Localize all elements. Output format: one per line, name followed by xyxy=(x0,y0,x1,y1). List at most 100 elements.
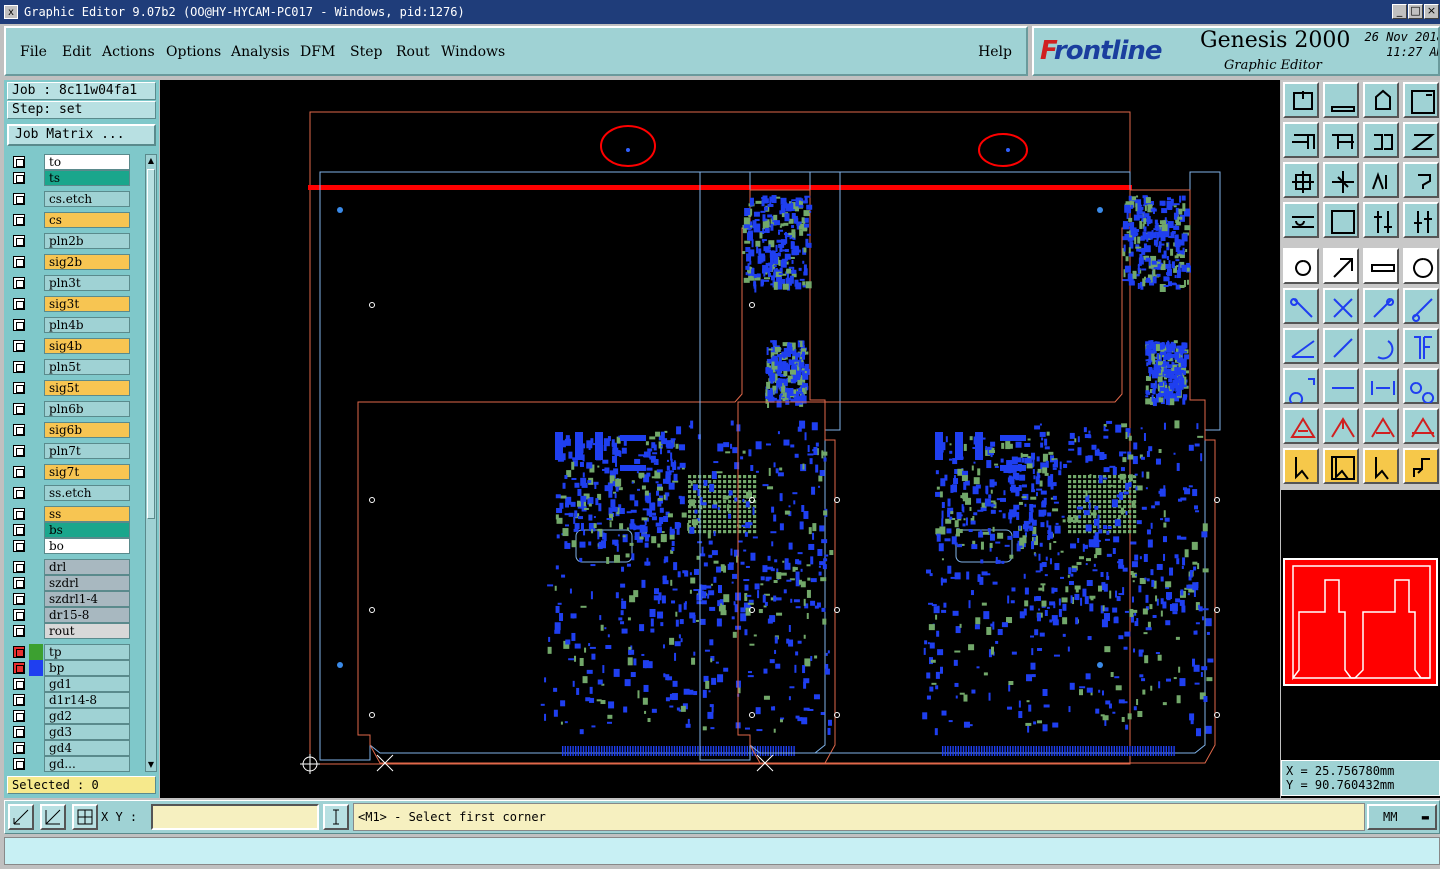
slash-icon[interactable] xyxy=(1323,328,1359,364)
layer-checkbox[interactable] xyxy=(13,609,25,621)
layer-name[interactable]: d1r14-8 xyxy=(44,692,130,708)
layer-row-ts[interactable]: ts xyxy=(7,170,142,186)
layer-checkbox[interactable] xyxy=(13,577,25,589)
menu-edit[interactable]: Edit xyxy=(62,44,91,60)
undo-zoom-icon[interactable] xyxy=(1363,122,1399,158)
connect-icon[interactable] xyxy=(1363,288,1399,324)
circle-pad-icon[interactable] xyxy=(1403,248,1439,284)
layer-checkbox[interactable] xyxy=(13,710,25,722)
layers-up-icon[interactable] xyxy=(1363,202,1399,238)
layer-row-cs-etch[interactable]: cs.etch xyxy=(7,191,142,207)
layer-checkbox[interactable] xyxy=(13,646,25,658)
menu-options[interactable]: Options xyxy=(166,44,221,60)
layer-name[interactable]: pln2b xyxy=(44,233,130,249)
layer-row-sig5t[interactable]: sig5t xyxy=(7,380,142,396)
zoom-window-icon[interactable] xyxy=(1323,82,1359,118)
layer-row-pln7t[interactable]: pln7t xyxy=(7,443,142,459)
layer-name[interactable]: gd3 xyxy=(44,724,130,740)
scroll-down-icon[interactable]: ▼ xyxy=(146,759,156,771)
layer-name[interactable]: gd... xyxy=(44,756,130,772)
layer-name[interactable]: cs xyxy=(44,212,130,228)
menu-file[interactable]: File xyxy=(20,44,47,60)
graphics-canvas[interactable] xyxy=(160,80,1280,798)
layer-checkbox[interactable] xyxy=(13,625,25,637)
close-button[interactable]: × xyxy=(1424,4,1439,19)
layer-checkbox[interactable] xyxy=(13,172,25,184)
pointer-select-icon[interactable] xyxy=(1323,448,1359,484)
layer-name[interactable]: bo xyxy=(44,538,130,554)
menu-help[interactable]: Help xyxy=(978,44,1012,60)
layer-checkbox[interactable] xyxy=(13,694,25,706)
layer-name[interactable]: ts xyxy=(44,170,130,186)
layer-row-ss[interactable]: ss xyxy=(7,506,142,522)
layer-row-gd1[interactable]: gd1 xyxy=(7,676,142,692)
layer-checkbox[interactable] xyxy=(13,298,25,310)
layer-row-pln2b[interactable]: pln2b xyxy=(7,233,142,249)
angle-icon[interactable] xyxy=(1283,328,1319,364)
layer-checkbox[interactable] xyxy=(13,662,25,674)
layer-name[interactable]: to xyxy=(44,154,130,170)
fit-screen-icon[interactable] xyxy=(1403,82,1439,118)
zoom-extents-icon[interactable] xyxy=(1283,162,1319,198)
cross-select-icon[interactable] xyxy=(1323,288,1359,324)
center-icon[interactable] xyxy=(1323,162,1359,198)
minimize-button[interactable]: _ xyxy=(1392,4,1407,19)
layer-row-sig2b[interactable]: sig2b xyxy=(7,254,142,270)
units-selector[interactable]: MM ▬ xyxy=(1367,804,1437,830)
pan-left-icon[interactable] xyxy=(1283,122,1319,158)
layer-checkbox[interactable] xyxy=(13,256,25,268)
layer-row-szdrl[interactable]: szdrl xyxy=(7,575,142,591)
layer-checkbox[interactable] xyxy=(13,424,25,436)
layer-checkbox[interactable] xyxy=(13,193,25,205)
layer-checkbox[interactable] xyxy=(13,340,25,352)
layer-checkbox[interactable] xyxy=(13,235,25,247)
grid-icon[interactable] xyxy=(1323,202,1359,238)
layer-name[interactable]: dr15-8 xyxy=(44,607,130,623)
layer-row-szdrl1-4[interactable]: szdrl1-4 xyxy=(7,591,142,607)
layer-row-tp[interactable]: tp xyxy=(7,644,142,660)
layer-scrollbar[interactable]: ▲ ▼ xyxy=(145,154,157,772)
layer-row-cs[interactable]: cs xyxy=(7,212,142,228)
scale-1to2-icon[interactable] xyxy=(1363,162,1399,198)
menu-analysis[interactable]: Analysis xyxy=(231,44,290,60)
redraw-icon[interactable] xyxy=(1403,122,1439,158)
layer-name[interactable]: rout xyxy=(44,623,130,639)
triangle-icon[interactable] xyxy=(1283,408,1319,444)
triangle-point-icon[interactable] xyxy=(1403,408,1439,444)
layer-row-bs[interactable]: bs xyxy=(7,522,142,538)
layer-name[interactable]: pln4b xyxy=(44,317,130,333)
layer-checkbox[interactable] xyxy=(13,466,25,478)
snap-icon[interactable] xyxy=(1283,368,1319,404)
layer-name[interactable]: gd4 xyxy=(44,740,130,756)
scroll-up-icon[interactable]: ▲ xyxy=(146,155,156,167)
connect-alt-icon[interactable] xyxy=(1403,288,1439,324)
layer-checkbox[interactable] xyxy=(13,726,25,738)
layer-row-d1r14-8[interactable]: d1r14-8 xyxy=(7,692,142,708)
layer-name[interactable]: pln3t xyxy=(44,275,130,291)
pcb-drawing[interactable] xyxy=(160,80,1280,798)
layer-checkbox[interactable] xyxy=(13,593,25,605)
layer-name[interactable]: drl xyxy=(44,559,130,575)
app-icon[interactable]: x xyxy=(4,5,18,19)
layer-checkbox[interactable] xyxy=(13,214,25,226)
layer-checkbox[interactable] xyxy=(13,561,25,573)
layer-name[interactable]: gd2 xyxy=(44,708,130,724)
layer-name[interactable]: pln6b xyxy=(44,401,130,417)
minus-icon[interactable] xyxy=(1323,368,1359,404)
layers-down-icon[interactable] xyxy=(1403,202,1439,238)
layer-checkbox[interactable] xyxy=(13,361,25,373)
layer-row-gd2[interactable]: gd2 xyxy=(7,708,142,724)
layer-checkbox[interactable] xyxy=(13,319,25,331)
layer-name[interactable]: tp xyxy=(44,644,130,660)
layer-checkbox[interactable] xyxy=(13,382,25,394)
pan-right-icon[interactable] xyxy=(1323,122,1359,158)
menu-actions[interactable]: Actions xyxy=(102,44,155,60)
layer-name[interactable]: gd1 xyxy=(44,676,130,692)
layer-checkbox[interactable] xyxy=(13,524,25,536)
layer-name[interactable]: ss.etch xyxy=(44,485,130,501)
layer-row-sig7t[interactable]: sig7t xyxy=(7,464,142,480)
layer-row-to[interactable]: to xyxy=(7,154,142,170)
scroll-thumb[interactable] xyxy=(147,169,155,519)
layer-row-pln3t[interactable]: pln3t xyxy=(7,275,142,291)
layer-checkbox[interactable] xyxy=(13,540,25,552)
